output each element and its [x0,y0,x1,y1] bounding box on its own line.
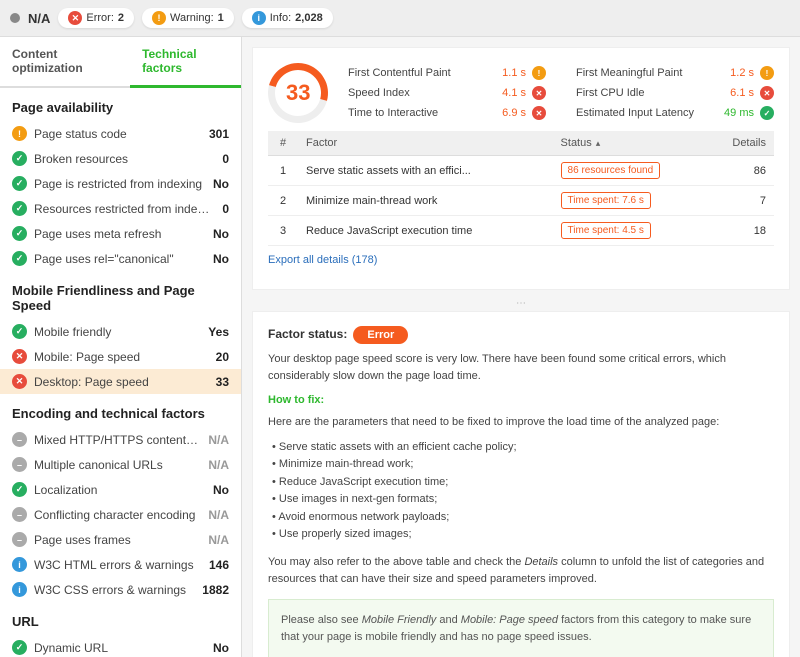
row-w3c-css[interactable]: iW3C CSS errors & warnings1882 [0,577,241,602]
table-row[interactable]: 1Serve static assets with an effici...86… [268,156,774,186]
warning-icon: ! [152,11,166,25]
description-text: Your desktop page speed score is very lo… [268,351,774,384]
metric-tti: Time to Interactive6.9 s✕ [348,106,546,120]
check-icon: ✓ [12,176,27,191]
separator-dots-icon: ⋯ [252,298,790,309]
export-link[interactable]: Export all details (178) [268,246,377,274]
metric-eil: Estimated Input Latency49 ms✓ [576,106,774,120]
row-localization[interactable]: ✓LocalizationNo [0,477,241,502]
metric-fmp: First Meaningful Paint1.2 s! [576,66,774,80]
check-icon: ✓ [12,482,27,497]
row-desktop-page-speed[interactable]: ✕Desktop: Page speed33 [0,369,241,394]
check-icon: ✓ [760,106,774,120]
na-icon: – [12,432,27,447]
factor-status-pill: Error [353,326,408,344]
na-icon: – [12,532,27,547]
row-broken-resources[interactable]: ✓Broken resources0 [0,146,241,171]
table-row[interactable]: 2Minimize main-thread workTime spent: 7.… [268,186,774,216]
col-num[interactable]: # [268,131,298,156]
check-icon: ✓ [12,324,27,339]
error-icon: ✕ [12,349,27,364]
error-icon: ✕ [68,11,82,25]
section-page-availability: Page availability [0,88,241,121]
warning-badge[interactable]: !Warning: 1 [142,8,234,28]
section-mobile-speed: Mobile Friendliness and Page Speed [0,271,241,319]
na-label: N/A [28,11,50,26]
info-icon: i [12,582,27,597]
info-badge[interactable]: iInfo: 2,028 [242,8,333,28]
sidebar-tabs: Content optimization Technical factors [0,37,241,88]
metric-fci: First CPU Idle6.1 s✕ [576,86,774,100]
warning-icon: ! [760,66,774,80]
row-meta-refresh[interactable]: ✓Page uses meta refreshNo [0,221,241,246]
check-icon: ✓ [12,226,27,241]
row-restricted-indexing[interactable]: ✓Page is restricted from indexingNo [0,171,241,196]
top-bar: N/A ✕Error: 2 !Warning: 1 iInfo: 2,028 [0,0,800,37]
check-icon: ✓ [12,640,27,655]
metric-fcp: First Contentful Paint1.1 s! [348,66,546,80]
metric-si: Speed Index4.1 s✕ [348,86,546,100]
bullet-list: • Serve static assets with an efficient … [268,439,774,545]
row-mobile-friendly[interactable]: ✓Mobile friendlyYes [0,319,241,344]
error-badge[interactable]: ✕Error: 2 [58,8,134,28]
fix-intro: Here are the parameters that need to be … [268,414,774,431]
error-icon: ✕ [760,86,774,100]
details-panel: Factor status: Error Your desktop page sp… [252,311,790,657]
tab-technical-factors[interactable]: Technical factors [130,37,241,88]
content-area: 33 First Contentful Paint1.1 s! First Me… [242,37,800,657]
info-icon: i [252,11,266,25]
tab-content-optimization[interactable]: Content optimization [0,37,130,86]
how-to-fix-heading: How to fix: [268,394,774,406]
na-icon: – [12,457,27,472]
row-conflicting-encoding[interactable]: –Conflicting character encodingN/A [0,502,241,527]
info-icon: i [12,557,27,572]
col-factor[interactable]: Factor [298,131,553,156]
check-icon: ✓ [12,201,27,216]
factors-table: # Factor Status▴ Details 1Serve static a… [268,131,774,246]
warning-icon: ! [532,66,546,80]
col-details[interactable]: Details [714,131,774,156]
row-page-frames[interactable]: –Page uses framesN/A [0,527,241,552]
col-status[interactable]: Status▴ [553,131,714,156]
row-rel-canonical[interactable]: ✓Page uses rel="canonical"No [0,246,241,271]
sidebar: Content optimization Technical factors P… [0,37,242,657]
check-icon: ✓ [12,151,27,166]
sort-arrow-icon: ▴ [596,138,601,148]
also-text: You may also refer to the above table an… [268,554,774,587]
na-icon: – [12,507,27,522]
row-w3c-html[interactable]: iW3C HTML errors & warnings146 [0,552,241,577]
error-icon: ✕ [532,86,546,100]
note-box: Please also see Mobile Friendly and Mobi… [268,599,774,657]
table-row[interactable]: 3Reduce JavaScript execution timeTime sp… [268,216,774,246]
row-mixed-content[interactable]: –Mixed HTTP/HTTPS content issuesN/A [0,427,241,452]
section-encoding: Encoding and technical factors [0,394,241,427]
error-icon: ✕ [12,374,27,389]
row-multiple-canonical[interactable]: –Multiple canonical URLsN/A [0,452,241,477]
status-dot-icon [10,13,20,23]
row-mobile-page-speed[interactable]: ✕Mobile: Page speed20 [0,344,241,369]
factor-status-label: Factor status: [268,327,347,341]
error-icon: ✕ [532,106,546,120]
row-page-status-code[interactable]: !Page status code301 [0,121,241,146]
section-url: URL [0,602,241,635]
speed-score-gauge: 33 [257,52,339,134]
warning-icon: ! [12,126,27,141]
check-icon: ✓ [12,251,27,266]
metrics-panel: 33 First Contentful Paint1.1 s! First Me… [252,47,790,290]
row-resources-restricted[interactable]: ✓Resources restricted from indexing0 [0,196,241,221]
